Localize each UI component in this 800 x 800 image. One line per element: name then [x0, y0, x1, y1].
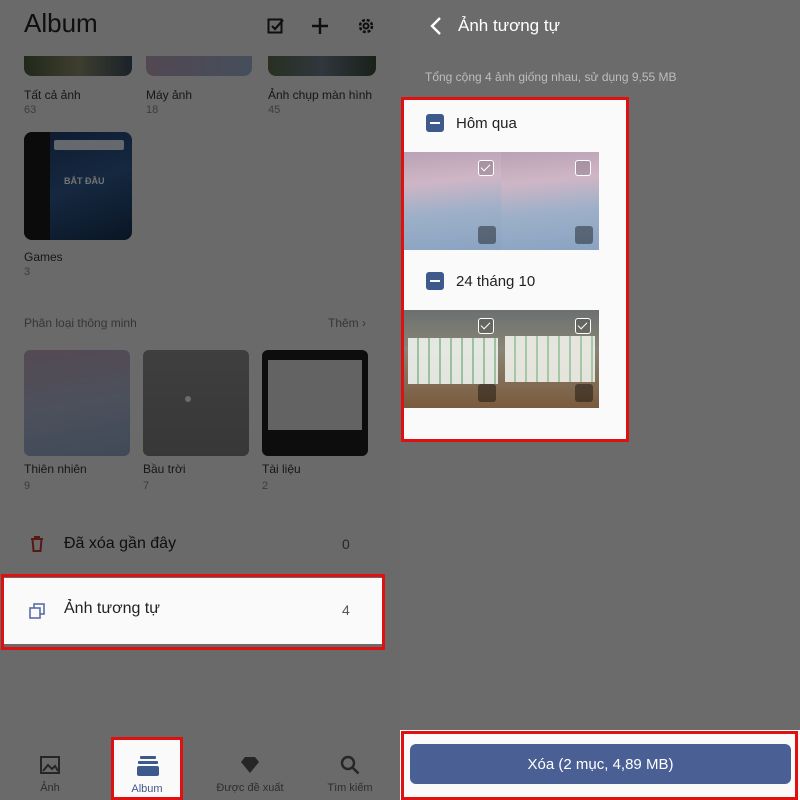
gear-icon[interactable] [354, 14, 378, 38]
image-icon [39, 754, 61, 776]
album-thumb-all[interactable] [24, 56, 132, 76]
thumb-decoration [24, 132, 50, 240]
highlight-box [1, 574, 385, 650]
smart-count: 2 [262, 480, 269, 492]
trash-icon [28, 535, 46, 553]
nav-search[interactable]: Tìm kiếm [310, 754, 390, 794]
nav-label: Tìm kiếm [327, 782, 373, 794]
smart-thumb-documents[interactable] [262, 350, 368, 456]
section-title: Phân loại thông minh [24, 316, 137, 330]
highlight-box [401, 731, 798, 800]
highlight-box [401, 97, 629, 442]
nav-label: Ảnh [40, 782, 60, 794]
smart-name: Thiên nhiên [24, 462, 87, 476]
select-icon[interactable] [264, 14, 288, 38]
album-thumb-screenshots[interactable] [268, 56, 376, 76]
page-title: Ảnh tương tự [458, 16, 560, 35]
smart-thumb-nature[interactable] [24, 350, 130, 456]
thumb-decoration [54, 140, 124, 150]
add-icon[interactable] [308, 14, 332, 38]
diamond-icon [239, 754, 261, 776]
album-name: Máy ảnh [146, 88, 193, 102]
album-name: Ảnh chụp màn hình [268, 88, 373, 102]
album-grid: Tất cả ảnh 63 Máy ảnh 18 Ảnh chụp màn hì… [24, 56, 384, 126]
album-thumb-camera[interactable] [146, 56, 252, 76]
album-count: 18 [146, 104, 159, 116]
smart-name: Tài liệu [262, 462, 301, 476]
row-label: Đã xóa gần đây [64, 535, 177, 552]
album-count: 63 [24, 104, 37, 116]
album-count: 3 [24, 266, 31, 278]
more-label: Thêm [328, 316, 359, 330]
nav-photos[interactable]: Ảnh [10, 754, 90, 794]
thumb-text: BẮT ĐẦU [64, 176, 105, 186]
smart-count: 9 [24, 480, 31, 492]
album-count: 45 [268, 104, 281, 116]
album-screen: Album Tất cả ảnh 63 Máy ảnh 18 Ảnh chụp … [0, 0, 400, 800]
search-icon [339, 754, 361, 776]
similar-photos-screen: Ảnh tương tự Tổng cộng 4 ảnh giống nhau,… [400, 0, 800, 800]
recently-deleted-row[interactable]: Đã xóa gần đây 0 [0, 516, 400, 572]
moon-dot [185, 396, 191, 402]
row-count: 0 [342, 536, 350, 552]
bottom-nav: Ảnh Được đề xuất Tìm kiếm [0, 740, 400, 800]
nav-suggested[interactable]: Được đề xuất [210, 754, 290, 794]
album-thumb-games[interactable]: BẮT ĐẦU [24, 132, 132, 240]
screen-decoration [268, 360, 362, 430]
album-name: Games [24, 250, 63, 264]
top-bar: Album [0, 0, 400, 56]
chevron-right-icon: › [362, 316, 367, 330]
page-title: Album [24, 8, 98, 38]
highlight-box [111, 737, 183, 800]
more-link[interactable]: Thêm › [328, 316, 366, 330]
back-icon[interactable] [428, 14, 444, 38]
smart-count: 7 [143, 480, 150, 492]
smart-name: Bầu trời [143, 462, 186, 476]
album-name: Tất cả ảnh [24, 88, 81, 102]
summary-text: Tổng cộng 4 ảnh giống nhau, sử dụng 9,55… [425, 70, 677, 84]
nav-label: Được đề xuất [216, 782, 284, 794]
smart-thumb-sky[interactable] [143, 350, 249, 456]
